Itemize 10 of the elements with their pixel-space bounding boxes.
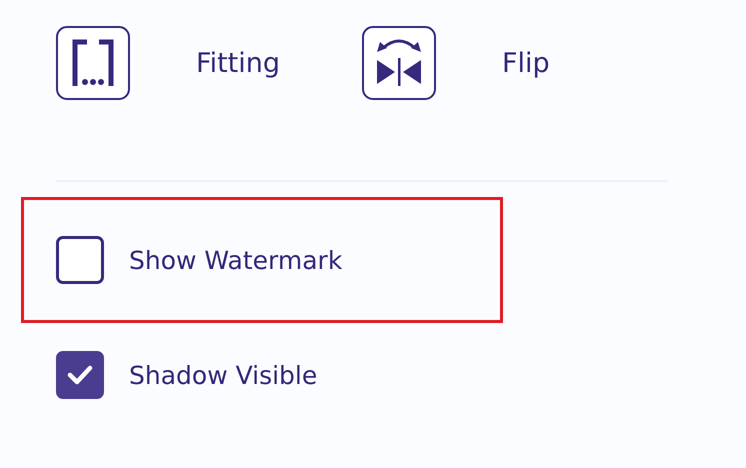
option-label: Shadow Visible <box>129 360 318 390</box>
tool-label: Fitting <box>196 48 280 78</box>
tool-label: Flip <box>502 48 550 78</box>
checkbox[interactable] <box>56 236 104 284</box>
bracket-icon <box>71 38 115 88</box>
flip-button[interactable] <box>362 26 436 100</box>
fitting-button[interactable] <box>56 26 130 100</box>
check-icon <box>67 365 93 385</box>
checkbox[interactable] <box>56 351 104 399</box>
option-label: Show Watermark <box>129 246 342 274</box>
